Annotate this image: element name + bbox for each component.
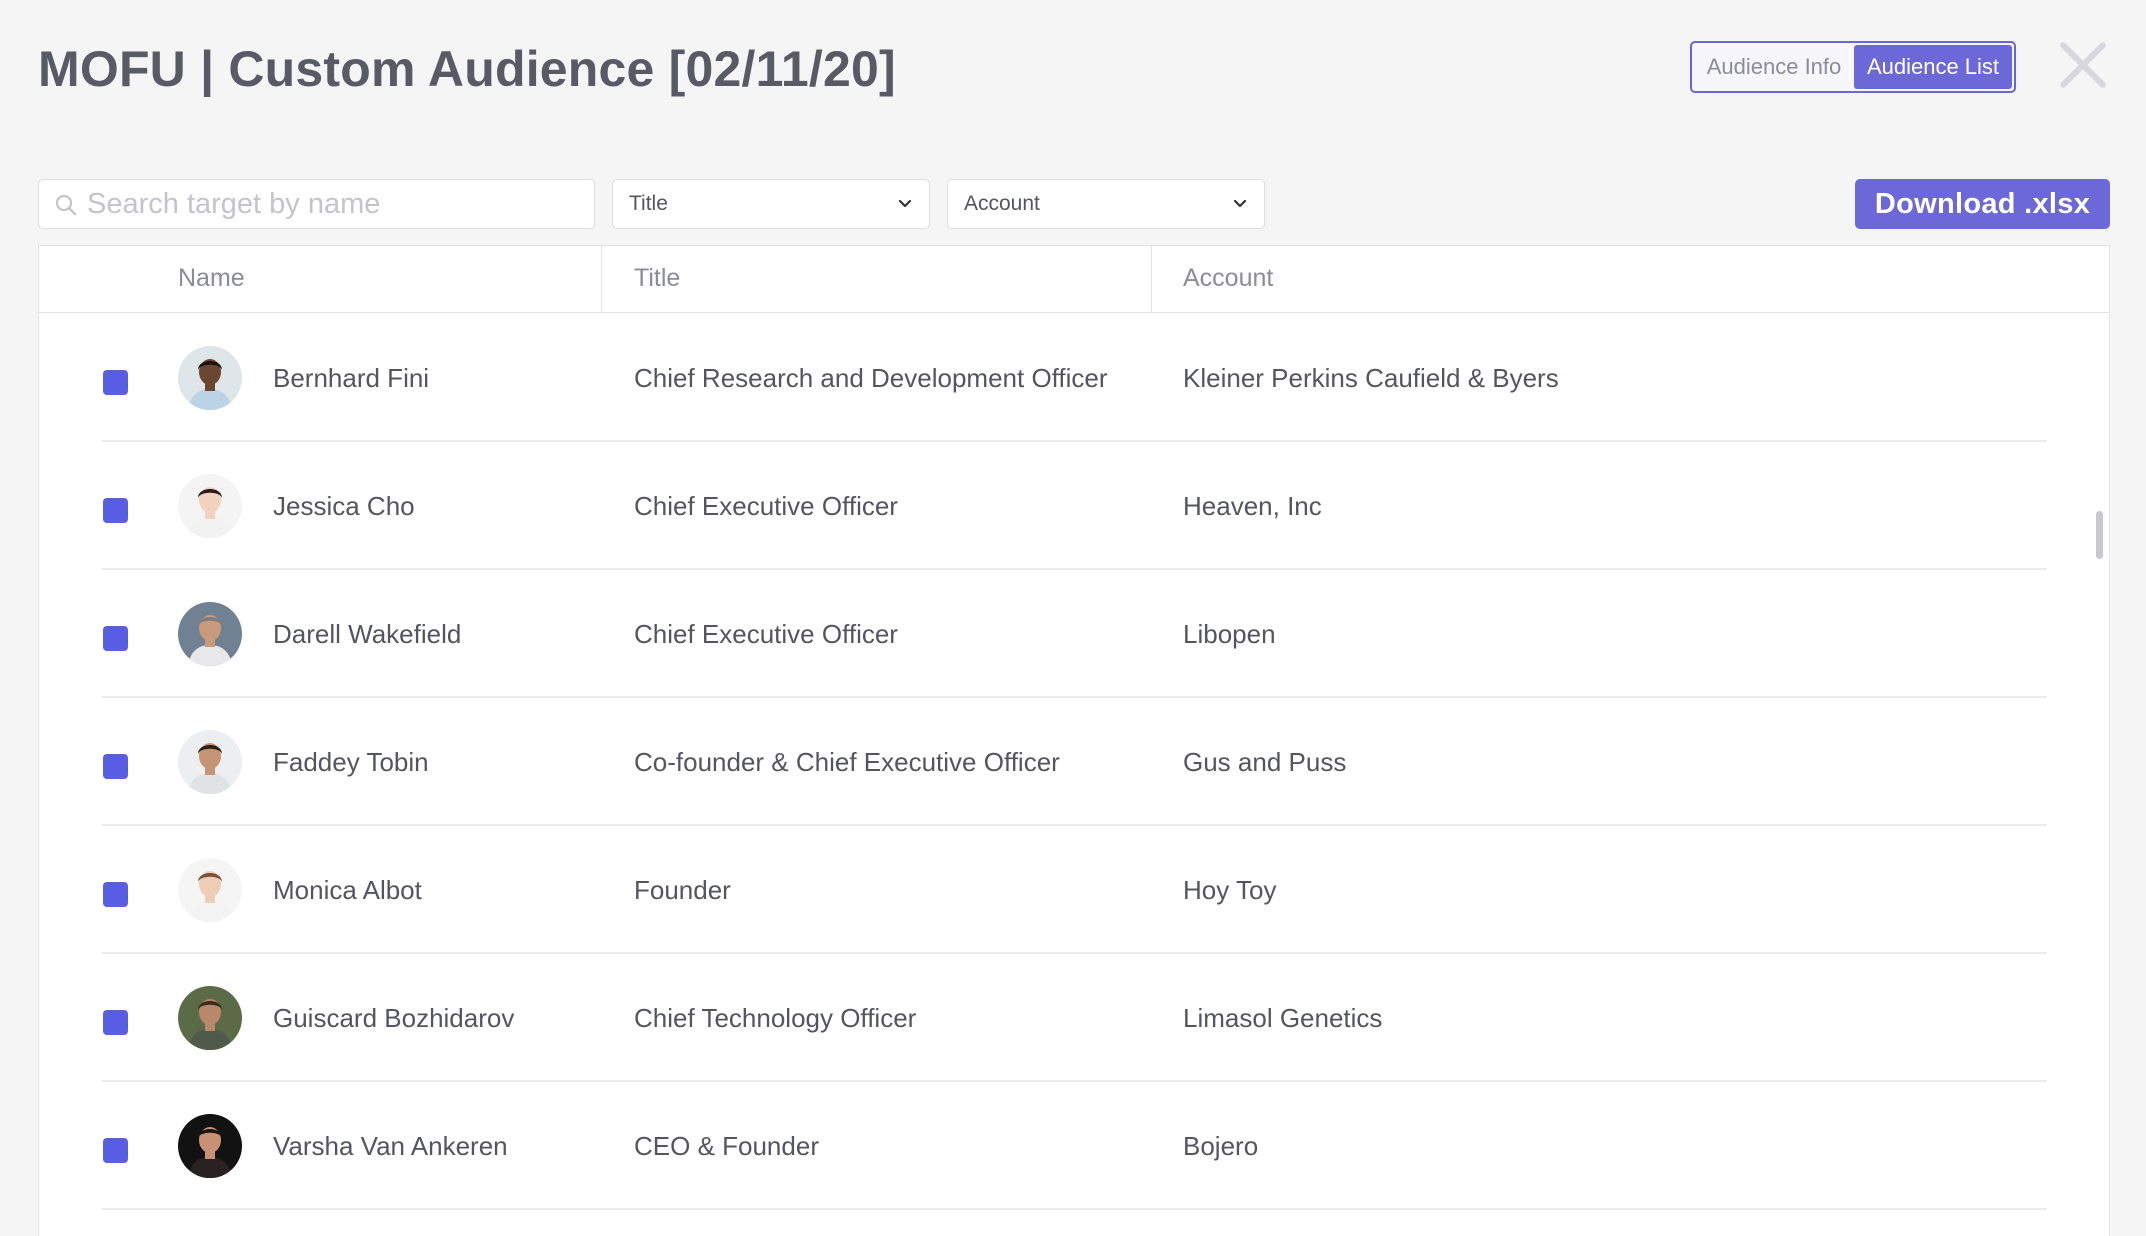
table-row[interactable]: Bernhard Fini Chief Research and Develop… — [39, 314, 2109, 442]
cell-title: Founder — [634, 875, 731, 905]
row-checkbox[interactable] — [103, 1010, 128, 1035]
table-row[interactable]: Faddey Tobin Co-founder & Chief Executiv… — [39, 698, 2109, 826]
table-row[interactable]: Guiscard Bozhidarov Chief Technology Off… — [39, 954, 2109, 1082]
title-filter-dropdown[interactable]: Title — [612, 179, 930, 229]
avatar — [178, 1114, 242, 1178]
cell-title: Chief Research and Development Officer — [634, 363, 1108, 393]
title-filter-label: Title — [629, 192, 668, 215]
cell-name[interactable]: Darell Wakefield — [273, 619, 461, 650]
row-checkbox[interactable] — [103, 370, 128, 395]
cell-name[interactable]: Guiscard Bozhidarov — [273, 1003, 514, 1034]
row-checkbox[interactable] — [103, 882, 128, 907]
audience-modal: MOFU | Custom Audience [02/11/20] Audien… — [0, 0, 2146, 1236]
cell-title: Chief Technology Officer — [634, 1003, 917, 1033]
cell-title: Chief Executive Officer — [634, 619, 898, 649]
row-divider — [102, 1208, 2047, 1210]
account-filter-label: Account — [964, 192, 1040, 215]
cell-name[interactable]: Bernhard Fini — [273, 363, 429, 394]
cell-account: Heaven, Inc — [1183, 491, 1322, 521]
cell-account: Hoy Toy — [1183, 875, 1277, 905]
cell-account: Libopen — [1183, 619, 1276, 649]
table-row[interactable]: Jessica Cho Chief Executive Officer Heav… — [39, 442, 2109, 570]
tab-audience-list[interactable]: Audience List — [1854, 45, 2012, 89]
cell-account: Limasol Genetics — [1183, 1003, 1383, 1033]
cell-title: Co-founder & Chief Executive Officer — [634, 747, 1060, 777]
column-header-title[interactable]: Title — [634, 264, 680, 293]
scrollbar-thumb[interactable] — [2096, 511, 2103, 559]
row-checkbox[interactable] — [103, 754, 128, 779]
row-checkbox[interactable] — [103, 626, 128, 651]
audience-table: Name Title Account Bernhard Fini Chief R… — [38, 245, 2110, 1236]
table-row[interactable]: Monica Albot Founder Hoy Toy — [39, 826, 2109, 954]
avatar — [178, 858, 242, 922]
tab-audience-info[interactable]: Audience Info — [1694, 45, 1854, 89]
cell-title: Chief Executive Officer — [634, 491, 898, 521]
avatar — [178, 474, 242, 538]
close-icon[interactable] — [2058, 40, 2108, 90]
avatar — [178, 346, 242, 410]
search-input[interactable] — [87, 180, 587, 228]
table-header: Name Title Account — [39, 246, 2109, 313]
cell-name[interactable]: Faddey Tobin — [273, 747, 429, 778]
column-divider — [1151, 246, 1152, 313]
cell-account: Bojero — [1183, 1131, 1259, 1161]
account-filter-dropdown[interactable]: Account — [947, 179, 1265, 229]
search-icon — [55, 194, 77, 216]
view-toggle: Audience Info Audience List — [1690, 41, 2016, 93]
cell-name[interactable]: Varsha Van Ankeren — [273, 1131, 508, 1162]
avatar — [178, 602, 242, 666]
avatar — [178, 730, 242, 794]
cell-account: Kleiner Perkins Caufield & Byers — [1183, 363, 1559, 393]
chevron-down-icon — [898, 199, 912, 208]
cell-name[interactable]: Jessica Cho — [273, 491, 415, 522]
cell-title: CEO & Founder — [634, 1131, 819, 1161]
column-header-name[interactable]: Name — [178, 264, 245, 293]
cell-name[interactable]: Monica Albot — [273, 875, 422, 906]
page-title: MOFU | Custom Audience [02/11/20] — [38, 41, 896, 97]
table-row[interactable]: Varsha Van Ankeren CEO & Founder Bojero — [39, 1082, 2109, 1210]
table-row[interactable]: Darell Wakefield Chief Executive Officer… — [39, 570, 2109, 698]
cell-account: Gus and Puss — [1183, 747, 1347, 777]
row-checkbox[interactable] — [103, 1138, 128, 1163]
column-divider — [601, 246, 602, 313]
column-header-account[interactable]: Account — [1183, 264, 1273, 293]
row-checkbox[interactable] — [103, 498, 128, 523]
download-xlsx-button[interactable]: Download .xlsx — [1855, 179, 2110, 229]
chevron-down-icon — [1233, 199, 1247, 208]
avatar — [178, 986, 242, 1050]
search-box — [38, 179, 595, 229]
